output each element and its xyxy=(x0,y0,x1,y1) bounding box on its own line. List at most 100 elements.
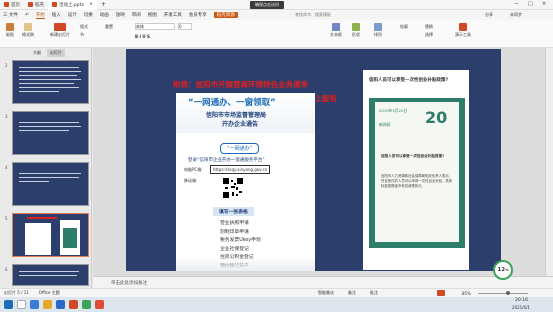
shape-button[interactable]: 形状 xyxy=(352,23,360,38)
tab-home[interactable]: 首页 xyxy=(0,0,24,10)
tab-slides[interactable]: 幻灯片 xyxy=(47,49,65,57)
poster-list-item: 营业执照申请 xyxy=(220,221,249,226)
tab-document[interactable]: 活动上.pptx × xyxy=(48,0,97,10)
window-maximize-icon[interactable]: □ xyxy=(528,1,533,7)
new-slide-button[interactable]: 新建幻灯片 xyxy=(50,23,70,38)
close-tab-icon[interactable]: × xyxy=(89,2,93,7)
menu-insert[interactable]: 插入 xyxy=(52,12,61,18)
reset-button[interactable]: 重置 xyxy=(105,24,113,30)
theme-name: Office 主题 xyxy=(38,290,60,295)
poster-badge: “一网通办” xyxy=(220,143,260,154)
browser-icon[interactable] xyxy=(56,300,65,309)
replace-button[interactable]: 替换 xyxy=(425,24,433,30)
new-tab-button[interactable]: + xyxy=(101,1,106,8)
layout-button[interactable]: 版式 xyxy=(80,24,88,30)
command-search[interactable]: 查找命令、搜索模板 xyxy=(295,12,331,18)
bold-button[interactable]: B I U S xyxy=(135,34,150,39)
new-slide-label: 新建幻灯片 xyxy=(50,32,70,37)
slide-counter: 幻灯片 5 / 11 xyxy=(4,290,29,295)
thumb-number: 3 xyxy=(5,114,8,119)
tab-outline[interactable]: 大纲 xyxy=(30,49,44,57)
unsynced-label[interactable]: 未同步 xyxy=(510,12,522,18)
book-number: 20 xyxy=(425,108,448,127)
wps-taskbar-icon[interactable] xyxy=(69,300,78,309)
menu-undo-icon[interactable]: ↶ xyxy=(25,13,29,18)
comments-toggle[interactable]: 批注 xyxy=(370,290,378,296)
slide-heading-line1: 附表：信阳市开展营商环境特色业务清单 xyxy=(173,80,308,89)
poster-url: https://ssqy.xinyang.gov.cn xyxy=(210,165,271,174)
zoom-slider-thumb[interactable] xyxy=(506,291,510,295)
slide-thumbnail[interactable] xyxy=(12,264,89,286)
slide-thumbnail[interactable] xyxy=(12,162,89,206)
docer-icon xyxy=(28,2,33,7)
textbox-button[interactable]: 文本框 xyxy=(330,23,342,38)
menu-bar: 三 文件 ↶ 开始 插入 设计 切换 动画 放映 审阅 视图 开发工具 会员专享… xyxy=(0,10,553,20)
play-icon[interactable] xyxy=(437,290,445,296)
taskbar-time[interactable]: 20:16 xyxy=(515,298,528,303)
sync-status[interactable]: 确保点击访问 xyxy=(250,1,284,9)
format-painter-button[interactable]: 格式刷 xyxy=(22,23,34,38)
card-inner-question: 信阳人员可以享受一次性创业补贴政策? xyxy=(381,154,445,158)
menu-animation[interactable]: 动画 xyxy=(100,12,109,18)
select-button[interactable]: 选择 xyxy=(425,32,433,38)
slide-thumbnail[interactable] xyxy=(12,60,89,104)
taskbar-date[interactable]: 2021/6/1 xyxy=(512,305,530,310)
slide-thumbnail-selected[interactable] xyxy=(12,213,89,257)
paste-button[interactable]: 粘贴 xyxy=(6,23,14,38)
format-painter-label: 格式刷 xyxy=(22,32,34,37)
arrange-button[interactable]: 排列 xyxy=(374,23,382,38)
zoom-slider[interactable] xyxy=(478,293,528,294)
windows-taskbar: 20:16 2021/6/1 xyxy=(0,297,553,312)
progress-badge-unit: % xyxy=(505,268,509,272)
book-cover: 2019年5月20日 20 新闻纸 信阳人员可以享受一次性创业补贴政策? 信阳市… xyxy=(369,98,465,248)
font-name-value: 宋体 xyxy=(136,24,144,29)
file-explorer-icon[interactable] xyxy=(43,300,52,309)
menu-view[interactable]: 视图 xyxy=(148,12,157,18)
font-size-select[interactable]: 0 xyxy=(178,23,192,30)
app-icon[interactable] xyxy=(95,300,104,309)
window-minimize-icon[interactable]: ─ xyxy=(515,1,518,7)
menu-vip[interactable]: 会员专享 xyxy=(189,12,207,18)
share-button[interactable]: 分享 xyxy=(485,12,493,18)
menu-review[interactable]: 审阅 xyxy=(132,12,141,18)
book-date: 2019年5月20日 xyxy=(379,108,408,113)
tab-home-label: 首页 xyxy=(11,2,20,8)
search-icon[interactable] xyxy=(17,300,26,309)
menu-developer[interactable]: 开发工具 xyxy=(164,12,182,18)
notes-toggle[interactable]: 备注 xyxy=(348,290,356,296)
tab-docer[interactable]: 稻壳 xyxy=(24,0,48,10)
notes-pane[interactable]: 单击此处添加备注 xyxy=(93,276,553,288)
paste-icon xyxy=(6,23,14,31)
new-slide-icon xyxy=(54,23,66,31)
outline-button[interactable]: 轮廓 xyxy=(400,24,408,30)
task-view-icon[interactable] xyxy=(30,300,39,309)
wps-icon xyxy=(4,2,9,7)
smart-beautify-button[interactable]: 智能美化 xyxy=(318,290,334,296)
poster-image: “一网通办、一窗领取” 信阳市市场监督管理局 开办企业通告 “一网通办” 登录“… xyxy=(176,93,315,271)
wechat-icon[interactable] xyxy=(82,300,91,309)
menu-design[interactable]: 设计 xyxy=(68,12,77,18)
arrange-label: 排列 xyxy=(374,32,382,37)
window-close-icon[interactable]: × xyxy=(542,1,546,7)
menu-home[interactable]: 开始 xyxy=(35,12,45,19)
windows-start-icon[interactable] xyxy=(4,300,13,309)
slide-thumbnail[interactable] xyxy=(12,111,89,155)
menu-file[interactable]: 三 文件 xyxy=(3,12,18,18)
qr-code-icon xyxy=(222,177,244,199)
menu-docer[interactable]: 稻壳资源 xyxy=(213,12,238,18)
progress-badge[interactable]: 12% xyxy=(493,260,513,280)
tab-docer-label: 稻壳 xyxy=(35,2,44,8)
section-button[interactable]: 节 xyxy=(80,32,84,38)
poster-pc-label: 电脑PC端: xyxy=(184,167,203,172)
ribbon: 粘贴 格式刷 新建幻灯片 版式 节 重置 宋体 0 B I U S 文本框 形状… xyxy=(0,20,553,48)
presentation-tools-button[interactable]: 演示工具 xyxy=(455,23,471,38)
progress-badge-value: 12 xyxy=(497,267,506,273)
zoom-level[interactable]: 85% xyxy=(462,291,471,296)
menu-slideshow[interactable]: 放映 xyxy=(116,12,125,18)
status-bar: 幻灯片 5 / 11 Office 主题 智能美化 备注 批注 85% xyxy=(0,288,553,297)
book-tag: 新闻纸 xyxy=(379,122,391,127)
menu-transition[interactable]: 切换 xyxy=(84,12,93,18)
textbox-label: 文本框 xyxy=(330,32,342,37)
font-size-value: 0 xyxy=(179,24,182,29)
font-name-select[interactable]: 宋体 xyxy=(135,23,175,30)
